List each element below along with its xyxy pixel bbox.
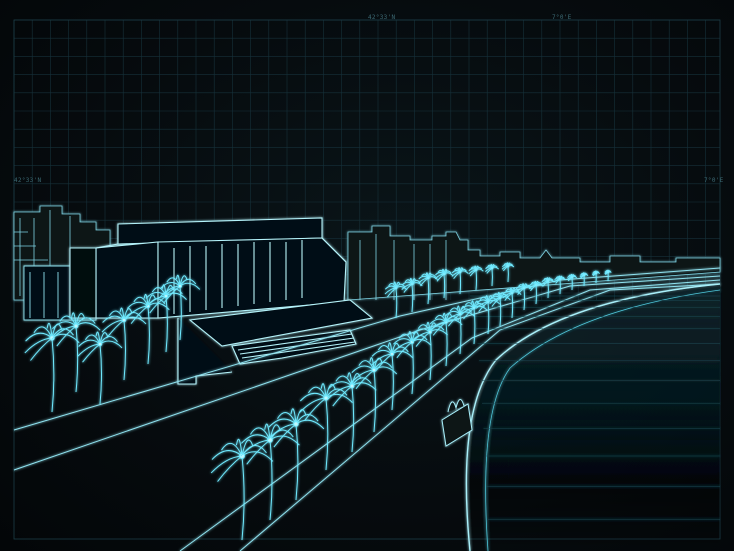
blueprint-illustration: 42°33'N 7°0'E 42°33'N 7°0'E	[0, 0, 734, 551]
sea	[465, 283, 721, 551]
waterfront-scene	[13, 205, 721, 551]
planter	[441, 399, 473, 447]
main-building	[69, 217, 374, 385]
